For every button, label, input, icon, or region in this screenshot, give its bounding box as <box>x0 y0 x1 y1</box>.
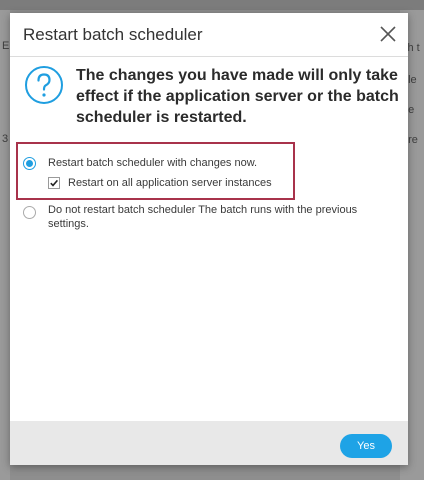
background-text: 3 <box>2 133 9 145</box>
restart-now-radio[interactable] <box>23 157 36 170</box>
checkmark-icon <box>50 179 59 187</box>
close-icon <box>380 26 396 42</box>
all-instances-label: Restart on all application server instan… <box>68 177 272 189</box>
restart-dialog: Restart batch scheduler The changes you … <box>10 13 408 465</box>
all-instances-checkbox[interactable] <box>48 177 60 189</box>
dialog-title: Restart batch scheduler <box>23 25 203 44</box>
highlight-box <box>16 142 295 200</box>
no-restart-label: Do not restart batch scheduler The batch… <box>48 204 358 230</box>
restart-now-label: Restart batch scheduler with changes now… <box>48 157 258 169</box>
yes-button[interactable]: Yes <box>340 434 392 458</box>
no-restart-radio[interactable] <box>23 206 36 219</box>
background-toolbar <box>0 0 424 10</box>
dialog-header: Restart batch scheduler <box>10 13 408 57</box>
background-text: E <box>2 40 10 52</box>
close-button[interactable] <box>377 23 399 45</box>
dialog-message: The changes you have made will only take… <box>76 67 399 126</box>
dialog-footer: Yes <box>10 421 408 465</box>
question-icon <box>24 65 64 105</box>
background-left-panel: E 3 <box>0 10 10 480</box>
